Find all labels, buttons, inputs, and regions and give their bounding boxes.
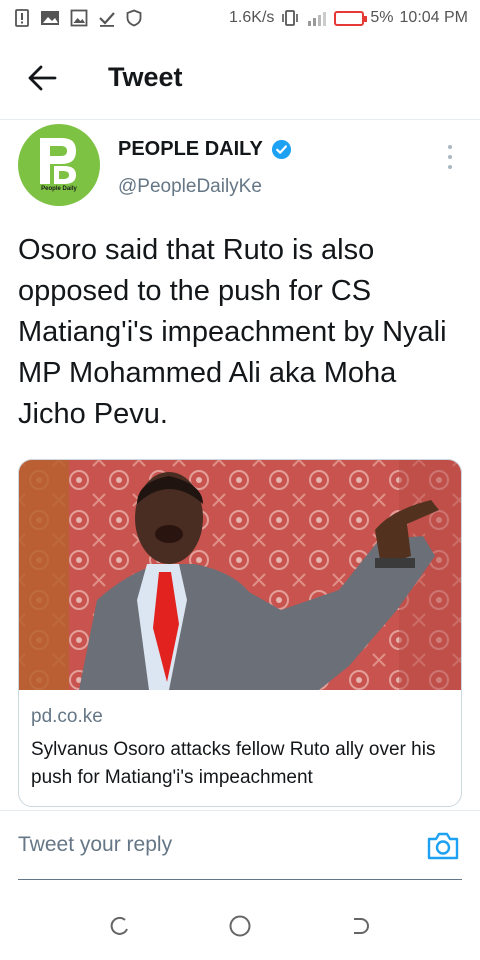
reply-input[interactable] bbox=[18, 825, 408, 865]
link-card[interactable]: pd.co.ke Sylvanus Osoro attacks fellow R… bbox=[18, 459, 462, 807]
dot bbox=[448, 165, 452, 169]
check-icon bbox=[99, 12, 115, 27]
battery-icon bbox=[334, 10, 368, 26]
status-bar: 1.6K/s 5% 10:04 PM bbox=[0, 0, 480, 36]
system-nav-bar bbox=[0, 892, 480, 960]
card-title: Sylvanus Osoro attacks fellow Ruto ally … bbox=[31, 739, 436, 788]
vibrate-icon bbox=[282, 10, 299, 26]
battery-percent: 5% bbox=[370, 9, 394, 26]
arrow-left-icon bbox=[28, 65, 57, 90]
author-name-wrap[interactable]: PEOPLE DAILY bbox=[118, 138, 292, 161]
author-handle[interactable]: @PeopleDailyKe bbox=[118, 176, 262, 198]
tweet-text: Osoro said that Ruto is also opposed to … bbox=[18, 234, 447, 430]
people-daily-logo-icon bbox=[40, 138, 76, 184]
reply-bar bbox=[0, 810, 480, 882]
home-button[interactable] bbox=[220, 906, 260, 946]
back-button[interactable] bbox=[12, 48, 72, 108]
photo-icon bbox=[41, 11, 59, 25]
author-row: People Daily PEOPLE DAILY @PeopleDailyKe bbox=[18, 124, 468, 214]
recents-icon bbox=[110, 916, 128, 935]
home-icon bbox=[229, 915, 251, 937]
alert-icon bbox=[15, 9, 29, 27]
shield-icon bbox=[126, 9, 142, 27]
verified-badge-icon bbox=[271, 139, 291, 160]
more-options-button[interactable] bbox=[438, 142, 462, 172]
app-header: Tweet bbox=[0, 36, 480, 120]
page-title: Tweet bbox=[108, 62, 183, 92]
camera-icon[interactable] bbox=[426, 829, 460, 863]
net-speed: 1.6K/s bbox=[229, 9, 275, 26]
status-left-icons bbox=[14, 9, 142, 27]
gallery-icon bbox=[70, 9, 88, 27]
status-right-icons: 1.6K/s 5% 10:04 PM bbox=[229, 9, 468, 27]
avatar[interactable]: People Daily bbox=[18, 124, 100, 206]
dot bbox=[448, 155, 452, 159]
photo-thumbnail bbox=[19, 460, 461, 690]
signal-icon bbox=[308, 12, 327, 26]
back-nav-button[interactable] bbox=[340, 906, 380, 946]
dot bbox=[448, 145, 452, 149]
avatar-caption: People Daily bbox=[41, 186, 77, 192]
back-icon bbox=[354, 918, 369, 934]
clock: 10:04 PM bbox=[399, 9, 468, 26]
recents-button[interactable] bbox=[100, 906, 140, 946]
author-name[interactable]: PEOPLE DAILY bbox=[118, 138, 263, 161]
card-domain: pd.co.ke bbox=[31, 706, 103, 727]
reply-underline bbox=[18, 879, 462, 880]
